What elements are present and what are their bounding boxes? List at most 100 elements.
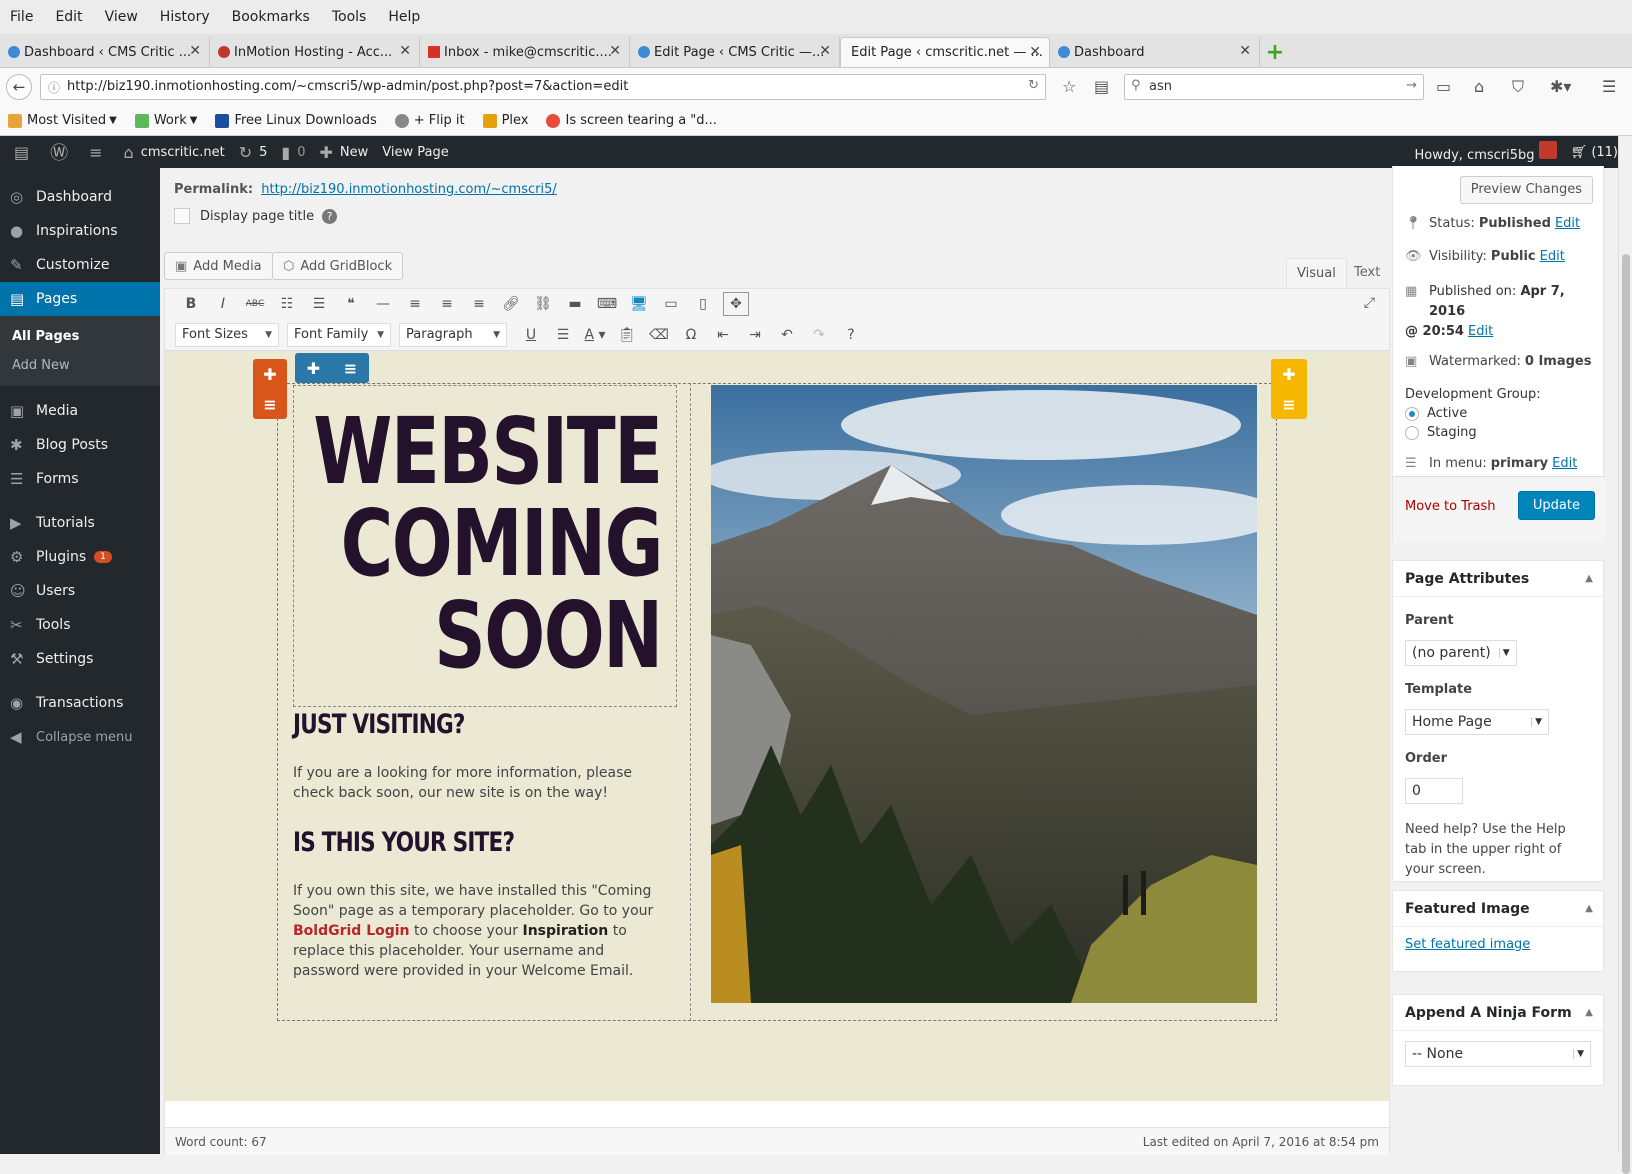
ninja-form-heading[interactable]: Append A Ninja Form ▲: [1393, 995, 1603, 1031]
align-center-icon[interactable]: ≡: [431, 296, 463, 312]
bullet-list-icon[interactable]: ☷: [271, 296, 303, 312]
star-icon[interactable]: ☆: [1062, 77, 1076, 96]
sidebar-subitem-add-new[interactable]: Add New: [0, 351, 160, 380]
sidebar-toggle-icon[interactable]: ▤: [14, 143, 36, 162]
home-icon[interactable]: ⌂: [1474, 77, 1484, 96]
menu-view[interactable]: View: [105, 9, 138, 25]
go-icon[interactable]: →: [1406, 78, 1417, 93]
tab-text[interactable]: Text: [1344, 258, 1390, 288]
clear-formatting-icon[interactable]: ⌫: [643, 327, 675, 343]
move-icon[interactable]: ✚: [1282, 365, 1295, 384]
parent-select[interactable]: (no parent) ▼: [1405, 640, 1517, 666]
section-controls[interactable]: ✚ ≡: [1271, 359, 1307, 419]
outdent-icon[interactable]: ⇤: [707, 327, 739, 343]
edit-menu-link[interactable]: Edit: [1552, 456, 1577, 471]
sidebar-item-forms[interactable]: ☰ Forms: [0, 462, 160, 496]
reader-icon[interactable]: ▤: [1094, 77, 1109, 96]
paste-text-icon[interactable]: 📋︎: [611, 327, 643, 343]
text-color-icon[interactable]: A ▾: [579, 327, 611, 343]
editor-content-area[interactable]: WEBSITE COMING SOON JUST VISITING? If yo…: [165, 351, 1389, 1101]
blockquote-icon[interactable]: ❝: [335, 296, 367, 312]
preview-changes-button[interactable]: Preview Changes: [1459, 176, 1593, 204]
view-page-link[interactable]: View Page: [382, 145, 448, 160]
update-button[interactable]: Update: [1517, 491, 1595, 520]
menu-file[interactable]: File: [10, 9, 33, 25]
browser-tab[interactable]: Inbox - mike@cmscritic.... ✕: [420, 37, 630, 67]
template-select[interactable]: Home Page ▼: [1405, 709, 1549, 735]
radio-staging-row[interactable]: Staging: [1405, 425, 1601, 440]
bookmark-flipit[interactable]: + Flip it: [394, 113, 465, 128]
info-icon[interactable]: ⓘ: [48, 79, 60, 96]
back-button[interactable]: ←: [6, 74, 32, 100]
desktop-view-icon[interactable]: 🖥︎: [623, 296, 655, 312]
menu-edit[interactable]: Edit: [55, 9, 82, 25]
mountain-photo[interactable]: [711, 385, 1257, 1003]
collapse-arrow-icon[interactable]: ▲: [1585, 573, 1593, 584]
fullscreen-icon[interactable]: ⤢: [1364, 295, 1375, 311]
unlink-icon[interactable]: ⛓: [527, 296, 559, 312]
sidebar-item-settings[interactable]: ⚒ Settings: [0, 642, 160, 676]
undo-icon[interactable]: ↶: [771, 327, 803, 343]
menu-icon[interactable]: ≡: [1282, 395, 1295, 414]
set-featured-image-link[interactable]: Set featured image: [1405, 937, 1530, 952]
sidebar-item-plugins[interactable]: ⚙ Plugins 1: [0, 540, 160, 574]
hamburger-menu-icon[interactable]: ☰: [1602, 77, 1616, 96]
strikethrough-icon[interactable]: ABC: [239, 299, 271, 309]
align-left-icon[interactable]: ≡: [399, 296, 431, 312]
collapse-arrow-icon[interactable]: ▲: [1585, 903, 1593, 914]
menu-icon[interactable]: ≡: [263, 395, 276, 414]
browser-tab[interactable]: Dashboard ‹ CMS Critic ... ✕: [0, 37, 210, 67]
menu-icon[interactable]: ≡: [344, 359, 357, 378]
sidebar-item-media[interactable]: ▣ Media: [0, 394, 160, 428]
howdy-user[interactable]: Howdy, cmscri5bg: [1414, 141, 1557, 163]
move-icon[interactable]: ✚: [307, 359, 320, 378]
scrollbar-thumb[interactable]: [1622, 254, 1630, 1174]
radio-staging[interactable]: [1405, 425, 1419, 440]
order-input[interactable]: 0: [1405, 778, 1463, 804]
sidebar-item-tools[interactable]: ✂ Tools: [0, 608, 160, 642]
sidebar-item-tutorials[interactable]: ▶ Tutorials: [0, 506, 160, 540]
permalink-link[interactable]: http://biz190.inmotionhosting.com/~cmscr…: [261, 182, 557, 197]
read-more-icon[interactable]: ▬: [559, 296, 591, 312]
close-icon[interactable]: ✕: [819, 43, 831, 59]
comments-link[interactable]: ▮ 0: [281, 143, 305, 162]
collapse-menu-button[interactable]: ◀ Collapse menu: [0, 720, 160, 754]
add-media-button[interactable]: ▣ Add Media: [164, 252, 273, 280]
edit-status-link[interactable]: Edit: [1555, 216, 1580, 231]
close-icon[interactable]: ✕: [189, 43, 201, 59]
ninja-form-select[interactable]: -- None ▼: [1405, 1041, 1591, 1067]
new-content-link[interactable]: ✚ New: [319, 143, 368, 162]
tab-visual[interactable]: Visual: [1286, 258, 1347, 288]
special-character-icon[interactable]: Ω: [675, 327, 707, 343]
add-gridblock-button[interactable]: ⬡ Add GridBlock: [272, 252, 404, 280]
edit-visibility-link[interactable]: Edit: [1540, 249, 1565, 264]
page-scrollbar[interactable]: [1618, 136, 1632, 1174]
bookmark-plex[interactable]: Plex: [482, 113, 528, 128]
shield-icon[interactable]: ⛉: [1512, 77, 1524, 97]
sidebar-item-dashboard[interactable]: ◎ Dashboard: [0, 180, 160, 214]
underline-icon[interactable]: U: [515, 327, 547, 343]
font-sizes-select[interactable]: Font Sizes ▼: [175, 322, 279, 347]
search-bar[interactable]: ⚲ asn →: [1124, 74, 1424, 100]
sidebar-item-blog-posts[interactable]: ✱ Blog Posts: [0, 428, 160, 462]
font-family-select[interactable]: Font Family ▼: [287, 322, 391, 347]
row-controls[interactable]: ✚ ≡: [253, 359, 287, 419]
display-title-checkbox[interactable]: [174, 208, 190, 224]
sidebar-subitem-all-pages[interactable]: All Pages: [0, 322, 160, 351]
cart-link[interactable]: 🛒︎ (11): [1571, 145, 1618, 160]
radio-active[interactable]: [1405, 406, 1419, 421]
indent-icon[interactable]: ⇥: [739, 327, 771, 343]
browser-tab[interactable]: InMotion Hosting - Acc... ✕: [210, 37, 420, 67]
site-name-link[interactable]: ⌂ cmscritic.net: [124, 143, 225, 162]
extension-icon[interactable]: ✱▾: [1550, 77, 1571, 96]
radio-active-row[interactable]: Active: [1405, 406, 1601, 421]
reload-icon[interactable]: ↻: [1028, 78, 1039, 93]
menu-history[interactable]: History: [160, 9, 210, 25]
sidebar-item-users[interactable]: ☺ Users: [0, 574, 160, 608]
collapse-arrow-icon[interactable]: ▲: [1585, 1007, 1593, 1018]
boldgrid-icon[interactable]: ≡: [89, 143, 109, 162]
window-icon[interactable]: ▭: [1436, 77, 1451, 96]
browser-tab[interactable]: Edit Page ‹ CMS Critic —... ✕: [630, 37, 840, 67]
close-icon[interactable]: ✕: [1239, 43, 1251, 59]
column-controls[interactable]: ✚ ≡: [295, 353, 369, 383]
